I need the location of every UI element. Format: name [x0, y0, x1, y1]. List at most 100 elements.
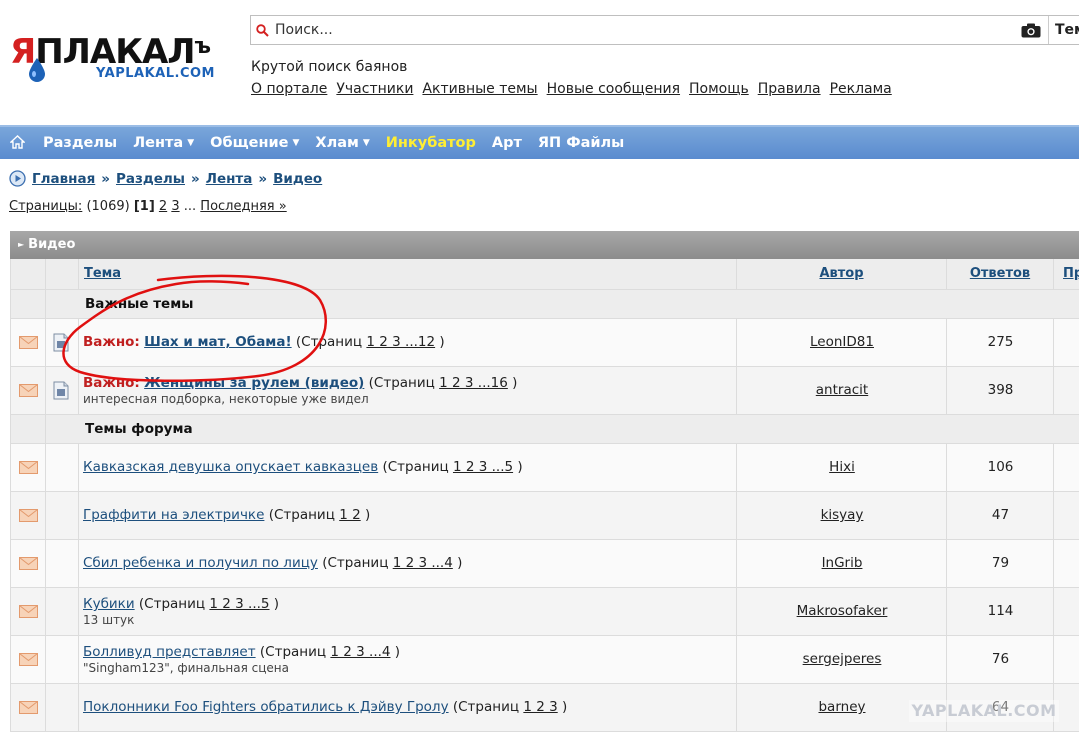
caret-down-icon: ▼	[187, 138, 195, 148]
topic-title-link[interactable]: Граффити на электричке	[83, 507, 264, 523]
author-link[interactable]: antracit	[737, 382, 947, 398]
topic-row: Граффити на электричке (Страниц 1 2 ) kis…	[10, 492, 1079, 540]
replies-count: 47	[991, 507, 1010, 523]
link-members[interactable]: Участники	[336, 81, 413, 97]
nav-item[interactable]: Арт	[492, 135, 522, 151]
topic-pages-links[interactable]: 1 2 3	[523, 699, 557, 715]
replies-count: 79	[991, 555, 1010, 571]
play-circle-icon	[9, 170, 26, 187]
topic-row: Болливуд представляет (Страниц 1 2 3 ...…	[10, 636, 1079, 684]
topic-pages-links[interactable]: 1 2 3 ...4	[330, 644, 390, 660]
topic-pages: (Страниц 1 2 3 ...16 )	[368, 375, 518, 391]
replies-count: 114	[987, 603, 1014, 619]
topic-title-link[interactable]: Сбил ребенка и получил по лицу	[83, 555, 318, 571]
envelope-icon[interactable]	[19, 461, 38, 478]
nav-item[interactable]: Хлам ▼	[315, 135, 369, 151]
link-ads[interactable]: Реклама	[830, 81, 892, 97]
envelope-icon[interactable]	[19, 605, 38, 622]
topic-row: Кавказская девушка опускает кавказцев (С…	[10, 444, 1079, 492]
nav-item[interactable]: ЯП Файлы	[538, 135, 624, 151]
author-link[interactable]: LeonID81	[737, 334, 947, 350]
topic-description: "Singham123", финальная сцена	[83, 661, 289, 675]
col-replies[interactable]: Ответов	[970, 266, 1030, 281]
nav-item[interactable]: Лента ▼	[133, 135, 194, 151]
nav-item-label: Общение	[210, 135, 289, 151]
search-box[interactable]: Темы	[250, 15, 1079, 45]
topic-title-link[interactable]: Кубики	[83, 596, 135, 612]
pages-label[interactable]: Страницы:	[9, 199, 82, 214]
link-new-messages[interactable]: Новые сообщения	[547, 81, 680, 97]
red-annotation-circle	[62, 274, 328, 382]
author-link[interactable]: kisyay	[737, 507, 947, 523]
page-last-link[interactable]: Последняя »	[200, 199, 286, 214]
search-scope-select[interactable]: Темы	[1048, 16, 1079, 44]
author-link[interactable]: InGrib	[737, 555, 947, 571]
page-link[interactable]: 3	[171, 199, 179, 214]
topic-pages-links[interactable]: 1 2	[339, 507, 360, 523]
envelope-icon[interactable]	[19, 336, 38, 353]
replies-count: 398	[987, 382, 1014, 398]
envelope-icon[interactable]	[19, 384, 38, 401]
topic-line: Кавказская девушка опускает кавказцев (С…	[83, 459, 523, 475]
caret-down-icon: ▼	[292, 138, 300, 148]
topic-pages-links[interactable]: 1 2 3 ...16	[439, 375, 508, 391]
nav-item[interactable]: Разделы	[43, 135, 117, 151]
topic-pages: (Страниц 1 2 3 ...4 )	[259, 644, 401, 660]
section-forum-topics: Темы форума	[10, 415, 1079, 444]
link-about[interactable]: О портале	[251, 81, 327, 97]
breadcrumb: Главная » Разделы » Лента » Видео	[9, 170, 322, 187]
author-link[interactable]: sergejperes	[737, 651, 947, 667]
nav-item[interactable]: Общение ▼	[210, 135, 299, 151]
col-author[interactable]: Автор	[819, 266, 863, 281]
topic-pages: (Страниц 1 2 )	[268, 507, 371, 523]
nav-item-label: ЯП Файлы	[537, 135, 625, 151]
main-nav: Разделы Лента ▼ Общение ▼ Хлам ▼ Инкубатор Арт ЯП…	[0, 125, 1079, 159]
pagination: Страницы: (1069) [1] 2 3 ... Последняя »	[9, 199, 287, 214]
topic-pages-links[interactable]: 1 2 3 ...4	[393, 555, 453, 571]
camera-icon[interactable]	[1021, 23, 1041, 38]
link-help[interactable]: Помощь	[689, 81, 749, 97]
topic-pages-links[interactable]: 1 2 3 ...5	[453, 459, 513, 475]
tear-drop-icon	[29, 58, 45, 82]
page-link[interactable]: 2	[159, 199, 167, 214]
topic-pages-links[interactable]: 1 2 3 ...5	[209, 596, 269, 612]
envelope-icon[interactable]	[19, 701, 38, 718]
crumb-separator: »	[101, 170, 110, 187]
crumb-feed[interactable]: Лента	[206, 171, 253, 187]
topic-line: Поклонники Foo Fighters обратились к Дэй…	[83, 699, 567, 715]
site-logo[interactable]: ЯПЛАКАЛъ YAPLAKAL.COM	[10, 30, 230, 86]
link-rules[interactable]: Правила	[758, 81, 821, 97]
nav-item[interactable]: Инкубатор	[386, 135, 476, 151]
home-icon[interactable]	[10, 135, 25, 149]
nav-item-label: Лента	[133, 135, 184, 151]
topic-line: Граффити на электричке (Страниц 1 2 )	[83, 507, 370, 523]
topic-line: Болливуд представляет (Страниц 1 2 3 ...…	[83, 644, 400, 660]
author-link[interactable]: Hixi	[737, 459, 947, 475]
topic-pages: (Страниц 1 2 3 )	[452, 699, 568, 715]
envelope-icon[interactable]	[19, 509, 38, 526]
col-extra[interactable]: Пр	[1063, 266, 1079, 281]
search-input[interactable]	[273, 21, 1017, 39]
topic-description: интересная подборка, некоторые уже видел	[83, 392, 369, 406]
nav-items: Разделы Лента ▼ Общение ▼ Хлам ▼ Инкубатор Арт ЯП…	[43, 127, 640, 159]
envelope-icon[interactable]	[19, 557, 38, 574]
topic-title-link[interactable]: Кавказская девушка опускает кавказцев	[83, 459, 378, 475]
topic-title-link[interactable]: Поклонники Foo Fighters обратились к Дэй…	[83, 699, 449, 715]
topic-pages: (Страниц 1 2 3 ...4 )	[322, 555, 463, 571]
forum-title-bar: ► Видео	[10, 231, 1079, 259]
crumb-home[interactable]: Главная	[32, 171, 95, 187]
crumb-separator: »	[258, 170, 268, 187]
watermark: YAPLAKAL.COM	[909, 700, 1059, 722]
crumb-video[interactable]: Видео	[273, 171, 322, 187]
link-active-topics[interactable]: Активные темы	[422, 81, 537, 97]
crumb-sections[interactable]: Разделы	[116, 171, 185, 187]
topic-pages: (Страниц 1 2 3 ...5 )	[382, 459, 523, 475]
topic-line: Кубики (Страниц 1 2 3 ...5 )	[83, 596, 279, 612]
topic-description: 13 штук	[83, 613, 135, 627]
topic-title-link[interactable]: Болливуд представляет	[83, 644, 256, 660]
author-link[interactable]: Makrosofaker	[737, 603, 947, 619]
envelope-icon[interactable]	[19, 653, 38, 670]
nav-item-label: Инкубатор	[385, 135, 476, 151]
topic-pages-links[interactable]: 1 2 3 ...12	[366, 334, 435, 350]
section-label: Темы форума	[85, 421, 193, 437]
